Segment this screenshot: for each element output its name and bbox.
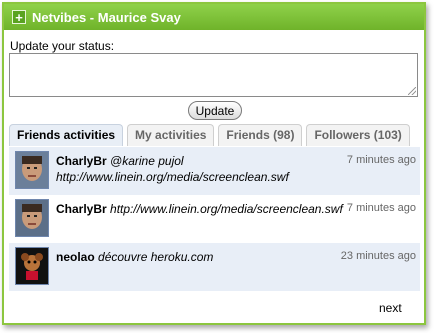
- avatar[interactable]: [15, 151, 49, 189]
- tab-friends-activities[interactable]: Friends activities: [9, 124, 124, 146]
- activity-time: 7 minutes ago: [346, 202, 416, 214]
- activity-time: 7 minutes ago: [346, 154, 416, 166]
- user-name[interactable]: CharlyBr: [56, 154, 107, 168]
- avatar[interactable]: [15, 247, 49, 285]
- tab-my-activities[interactable]: My activities: [127, 124, 215, 146]
- tab-bar: Friends activities My activities Friends…: [9, 124, 414, 146]
- avatar[interactable]: [15, 199, 49, 237]
- update-button[interactable]: Update: [188, 101, 242, 120]
- list-item: CharlyBr @karine pujol http://www.linein…: [9, 147, 420, 195]
- activity-user[interactable]: CharlyBr http://www.linein.org/media/scr…: [56, 202, 343, 216]
- list-item: neolao découvre heroku.com 23 minutes ag…: [9, 243, 420, 291]
- activity-text: découvre heroku.com: [98, 250, 214, 264]
- widget-title: Netvibes - Maurice Svay: [32, 9, 181, 25]
- activity-time: 23 minutes ago: [340, 250, 416, 262]
- resize-grip-icon[interactable]: [408, 87, 416, 95]
- activity-text[interactable]: http://www.linein.org/media/screenclean.…: [110, 202, 343, 216]
- widget-titlebar: + Netvibes - Maurice Svay: [4, 4, 424, 30]
- status-label: Update your status:: [10, 39, 115, 53]
- tab-followers[interactable]: Followers (103): [306, 124, 410, 146]
- user-name[interactable]: neolao: [56, 250, 95, 264]
- list-item: CharlyBr http://www.linein.org/media/scr…: [9, 195, 420, 243]
- user-name[interactable]: CharlyBr: [56, 202, 107, 216]
- activity-link[interactable]: http://www.linein.org/media/screenclean.…: [56, 170, 289, 184]
- activity-text: @karine pujol: [110, 154, 184, 168]
- activity-user[interactable]: neolao découvre heroku.com: [56, 250, 213, 264]
- tab-friends[interactable]: Friends (98): [218, 124, 303, 146]
- plus-icon[interactable]: +: [12, 10, 26, 24]
- next-link[interactable]: next: [379, 301, 402, 315]
- netvibes-widget: + Netvibes - Maurice Svay Update your st…: [2, 2, 426, 325]
- activity-user[interactable]: CharlyBr @karine pujol: [56, 154, 184, 168]
- activity-list: CharlyBr @karine pujol http://www.linein…: [9, 147, 420, 291]
- status-textarea[interactable]: [9, 53, 418, 97]
